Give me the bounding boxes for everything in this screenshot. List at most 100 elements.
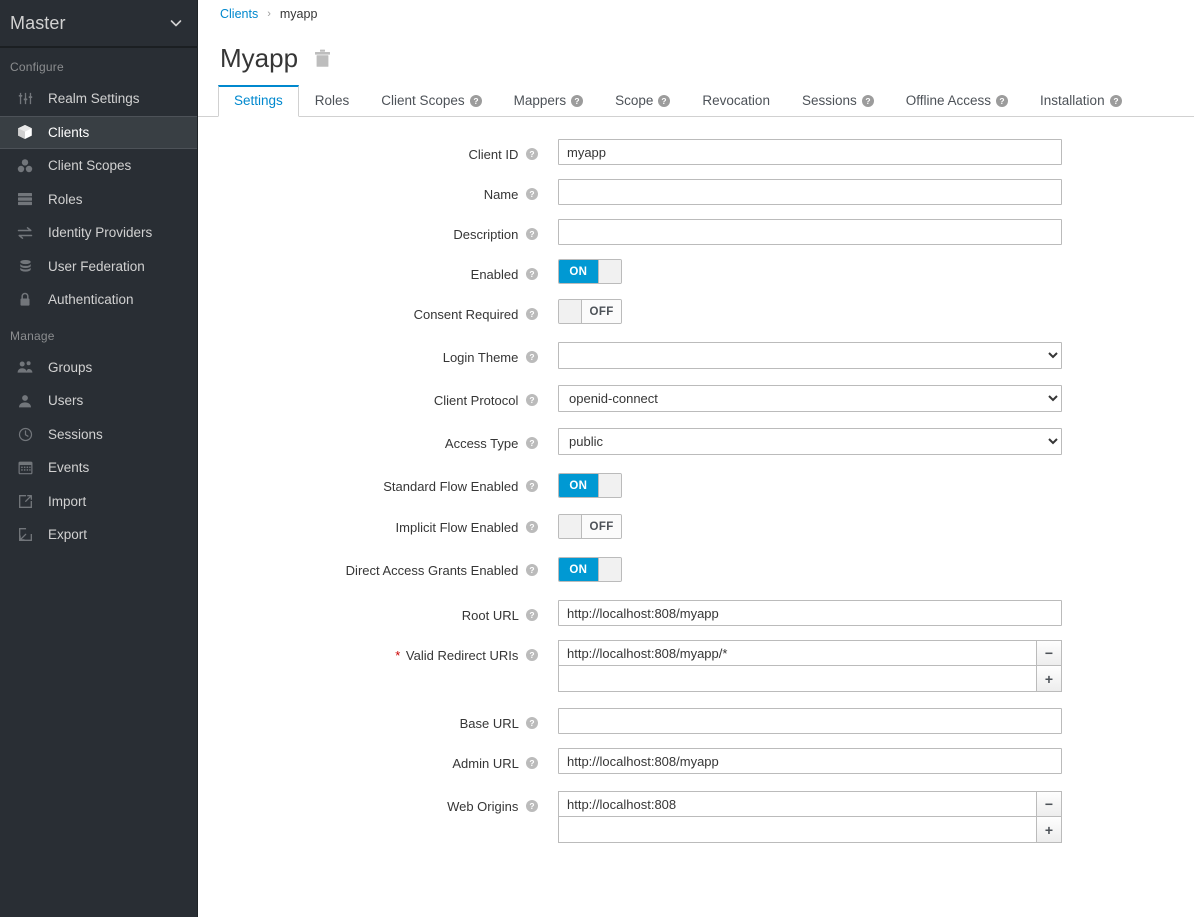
breadcrumb: Clients › myapp — [198, 0, 1194, 24]
help-icon[interactable]: ? — [526, 564, 538, 576]
implicit-flow-toggle[interactable]: OFF — [558, 514, 622, 539]
trash-icon[interactable] — [314, 49, 331, 68]
redirect-uri-input[interactable] — [558, 666, 1036, 692]
help-icon[interactable]: ? — [861, 94, 874, 107]
direct-access-grants-toggle[interactable]: ON — [558, 557, 622, 582]
sidebar-item-client-scopes[interactable]: Client Scopes — [0, 149, 197, 183]
sidebar-item-authentication[interactable]: Authentication — [0, 283, 197, 317]
realm-selector[interactable]: Master — [0, 0, 197, 48]
sidebar-item-realm-settings[interactable]: Realm Settings — [0, 82, 197, 116]
help-icon[interactable]: ? — [526, 609, 538, 621]
exchange-arrows-icon — [14, 226, 36, 240]
svg-text:?: ? — [473, 96, 478, 106]
svg-text:?: ? — [529, 352, 534, 362]
help-icon[interactable]: ? — [526, 308, 538, 320]
remove-redirect-uri-button[interactable]: − — [1036, 640, 1062, 666]
svg-text:?: ? — [1113, 96, 1118, 106]
control-description — [558, 219, 1194, 245]
base-url-input[interactable] — [558, 708, 1062, 734]
svg-text:?: ? — [575, 96, 580, 106]
help-icon[interactable]: ? — [526, 480, 538, 492]
sliders-icon — [14, 91, 36, 106]
access-type-select[interactable]: public — [558, 428, 1062, 455]
tab-label: Roles — [314, 93, 350, 108]
help-icon[interactable]: ? — [571, 94, 584, 107]
admin-url-input[interactable] — [558, 748, 1062, 774]
sidebar-item-label: Groups — [48, 359, 93, 375]
svg-text:?: ? — [529, 758, 534, 768]
form-row-client-id: Client ID ? — [198, 139, 1194, 165]
tab-sessions[interactable]: Sessions ? — [786, 85, 890, 117]
label-text: Enabled — [470, 267, 519, 282]
remove-web-origin-button[interactable]: − — [1036, 791, 1062, 817]
help-icon[interactable]: ? — [658, 94, 671, 107]
add-web-origin-button[interactable]: + — [1036, 817, 1062, 843]
tab-mappers[interactable]: Mappers ? — [498, 85, 600, 117]
enabled-toggle[interactable]: ON — [558, 259, 622, 284]
help-icon[interactable]: ? — [526, 437, 538, 449]
tab-scope[interactable]: Scope ? — [599, 85, 686, 117]
label-enabled: Enabled ? — [198, 259, 558, 285]
help-icon[interactable]: ? — [996, 94, 1009, 107]
label-web-origins: Web Origins ? — [198, 791, 558, 817]
help-icon[interactable]: ? — [469, 94, 482, 107]
help-icon[interactable]: ? — [1109, 94, 1122, 107]
web-origin-input[interactable] — [558, 817, 1036, 843]
sidebar-item-user-federation[interactable]: User Federation — [0, 250, 197, 284]
nav-group-title-manage: Manage — [10, 328, 55, 343]
root-url-input[interactable] — [558, 600, 1062, 626]
import-icon — [14, 494, 36, 509]
web-origin-row: − — [558, 791, 1194, 817]
tab-installation[interactable]: Installation ? — [1024, 85, 1138, 117]
help-icon[interactable]: ? — [526, 268, 538, 280]
form-row-name: Name ? — [198, 179, 1194, 205]
sidebar-item-label: Roles — [48, 191, 83, 207]
name-input[interactable] — [558, 179, 1062, 205]
label-client-id: Client ID ? — [198, 139, 558, 165]
breadcrumb-link-clients[interactable]: Clients — [220, 7, 258, 21]
cubes-icon — [14, 158, 36, 174]
web-origin-input[interactable] — [558, 791, 1036, 817]
redirect-uri-input[interactable] — [558, 640, 1036, 666]
help-icon[interactable]: ? — [526, 188, 538, 200]
help-icon[interactable]: ? — [526, 394, 538, 406]
label-text: Description — [453, 227, 519, 242]
sidebar-item-clients[interactable]: Clients — [0, 115, 197, 149]
tab-settings[interactable]: Settings — [218, 85, 299, 117]
help-icon[interactable]: ? — [526, 521, 538, 533]
consent-required-toggle[interactable]: OFF — [558, 299, 622, 324]
control-valid-redirect-uris: − + — [558, 640, 1194, 692]
calendar-icon — [14, 460, 36, 475]
description-input[interactable] — [558, 219, 1062, 245]
sidebar-item-identity-providers[interactable]: Identity Providers — [0, 216, 197, 250]
sidebar-item-sessions[interactable]: Sessions — [0, 418, 197, 452]
sidebar-item-groups[interactable]: Groups — [0, 351, 197, 385]
help-icon[interactable]: ? — [526, 351, 538, 363]
sidebar-item-events[interactable]: Events — [0, 451, 197, 485]
form-row-access-type: Access Type ? public — [198, 428, 1194, 455]
tab-label: Revocation — [702, 93, 770, 108]
sidebar-item-label: Users — [48, 393, 84, 409]
sidebar-item-import[interactable]: Import — [0, 485, 197, 519]
help-icon[interactable]: ? — [526, 649, 538, 661]
tab-roles[interactable]: Roles — [299, 85, 366, 117]
tab-client-scopes[interactable]: Client Scopes ? — [365, 85, 497, 117]
help-icon[interactable]: ? — [526, 148, 538, 160]
login-theme-select[interactable] — [558, 342, 1062, 369]
client-id-input[interactable] — [558, 139, 1062, 165]
help-icon[interactable]: ? — [526, 757, 538, 769]
help-icon[interactable]: ? — [526, 717, 538, 729]
sidebar-item-export[interactable]: Export — [0, 518, 197, 552]
sidebar-item-users[interactable]: Users — [0, 384, 197, 418]
label-text: Login Theme — [442, 350, 519, 365]
tab-offline-access[interactable]: Offline Access ? — [890, 85, 1024, 117]
standard-flow-toggle[interactable]: ON — [558, 473, 622, 498]
help-icon[interactable]: ? — [526, 800, 538, 812]
help-icon[interactable]: ? — [526, 228, 538, 240]
client-protocol-select[interactable]: openid-connect — [558, 385, 1062, 412]
control-name — [558, 179, 1194, 205]
add-redirect-uri-button[interactable]: + — [1036, 666, 1062, 692]
sidebar-item-roles[interactable]: Roles — [0, 183, 197, 217]
label-text: Admin URL — [452, 756, 519, 771]
tab-revocation[interactable]: Revocation — [686, 85, 786, 117]
